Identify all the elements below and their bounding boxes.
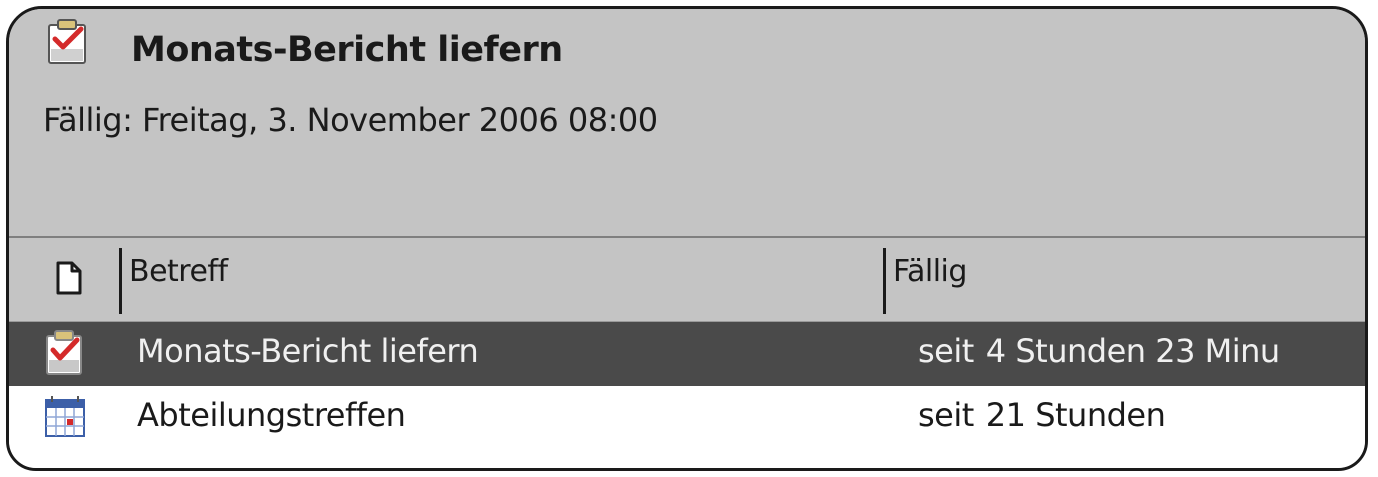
list-item-due-prefix: seit (918, 332, 974, 370)
column-divider[interactable] (119, 248, 122, 314)
list-item-subject: Abteilungstreffen (137, 396, 406, 434)
list-item[interactable]: Monats-Bericht liefern seit 4 Stunden 23 … (9, 322, 1365, 386)
list-item-due: seit 21 Stunden (918, 396, 1166, 434)
task-icon (48, 19, 86, 64)
list-item[interactable]: Abteilungstreffen seit 21 Stunden (9, 386, 1365, 450)
calendar-icon (45, 396, 85, 437)
list-item-due-prefix: seit (918, 396, 974, 434)
document-icon[interactable] (55, 260, 83, 296)
reminder-title: Monats-Bericht liefern (131, 30, 563, 70)
column-header-due[interactable]: Fällig (893, 254, 967, 289)
task-icon (46, 330, 82, 375)
reminder-header: Monats-Bericht liefern Fällig: Freitag, … (9, 9, 1365, 237)
list-item-due-value: 21 Stunden (985, 396, 1166, 434)
list-item-due: seit 4 Stunden 23 Minu (918, 332, 1280, 370)
list-item-due-value: 4 Stunden 23 Minu (985, 332, 1280, 370)
list-item-subject: Monats-Bericht liefern (137, 332, 479, 370)
column-header-subject[interactable]: Betreff (129, 254, 228, 289)
reminder-due-date: Fällig: Freitag, 3. November 2006 08:00 (43, 101, 658, 139)
reminder-window: Monats-Bericht liefern Fällig: Freitag, … (6, 6, 1368, 471)
column-divider[interactable] (883, 248, 886, 314)
reminder-title-row: Monats-Bericht liefern (45, 15, 563, 85)
reminder-list: Betreff Fällig Monats-Bericht liefern se… (9, 236, 1365, 468)
column-header-row: Betreff Fällig (9, 238, 1365, 322)
